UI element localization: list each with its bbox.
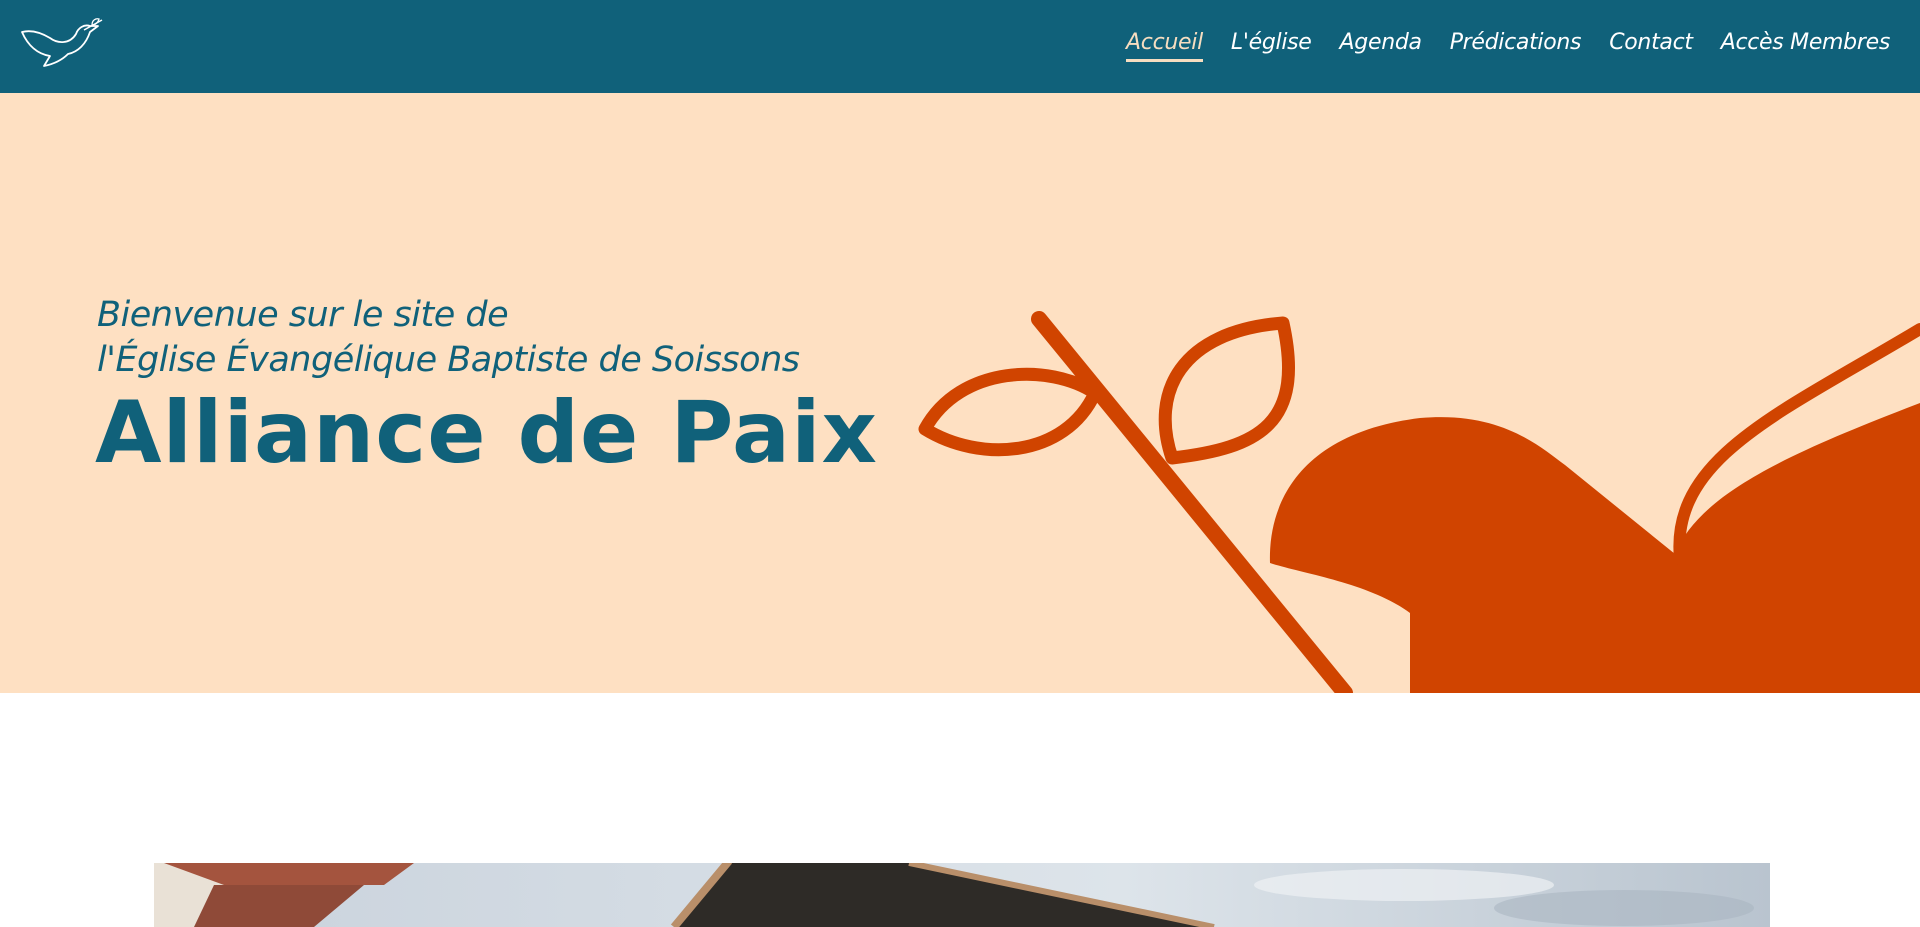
nav-link-agenda[interactable]: Agenda	[1340, 30, 1422, 62]
dove-logo-icon[interactable]	[20, 18, 104, 74]
church-photo	[154, 863, 1770, 927]
nav-link-acces-membres[interactable]: Accès Membres	[1721, 30, 1891, 62]
main-nav: Accueil L'église Agenda Prédications Con…	[1126, 30, 1890, 62]
top-navbar: Accueil L'église Agenda Prédications Con…	[0, 0, 1920, 93]
nav-link-predications[interactable]: Prédications	[1450, 30, 1582, 62]
welcome-line-1: Bienvenue sur le site de	[97, 295, 509, 335]
nav-link-accueil[interactable]: Accueil	[1126, 30, 1203, 62]
welcome-text: Bienvenue sur le site de l'Église Évangé…	[97, 293, 800, 383]
hero-banner: Bienvenue sur le site de l'Église Évangé…	[0, 93, 1920, 693]
nav-link-contact[interactable]: Contact	[1609, 30, 1693, 62]
nav-link-eglise[interactable]: L'église	[1231, 30, 1312, 62]
church-name-title: Alliance de Paix	[95, 383, 879, 483]
welcome-line-2: l'Église Évangélique Baptiste de Soisson…	[97, 340, 800, 380]
